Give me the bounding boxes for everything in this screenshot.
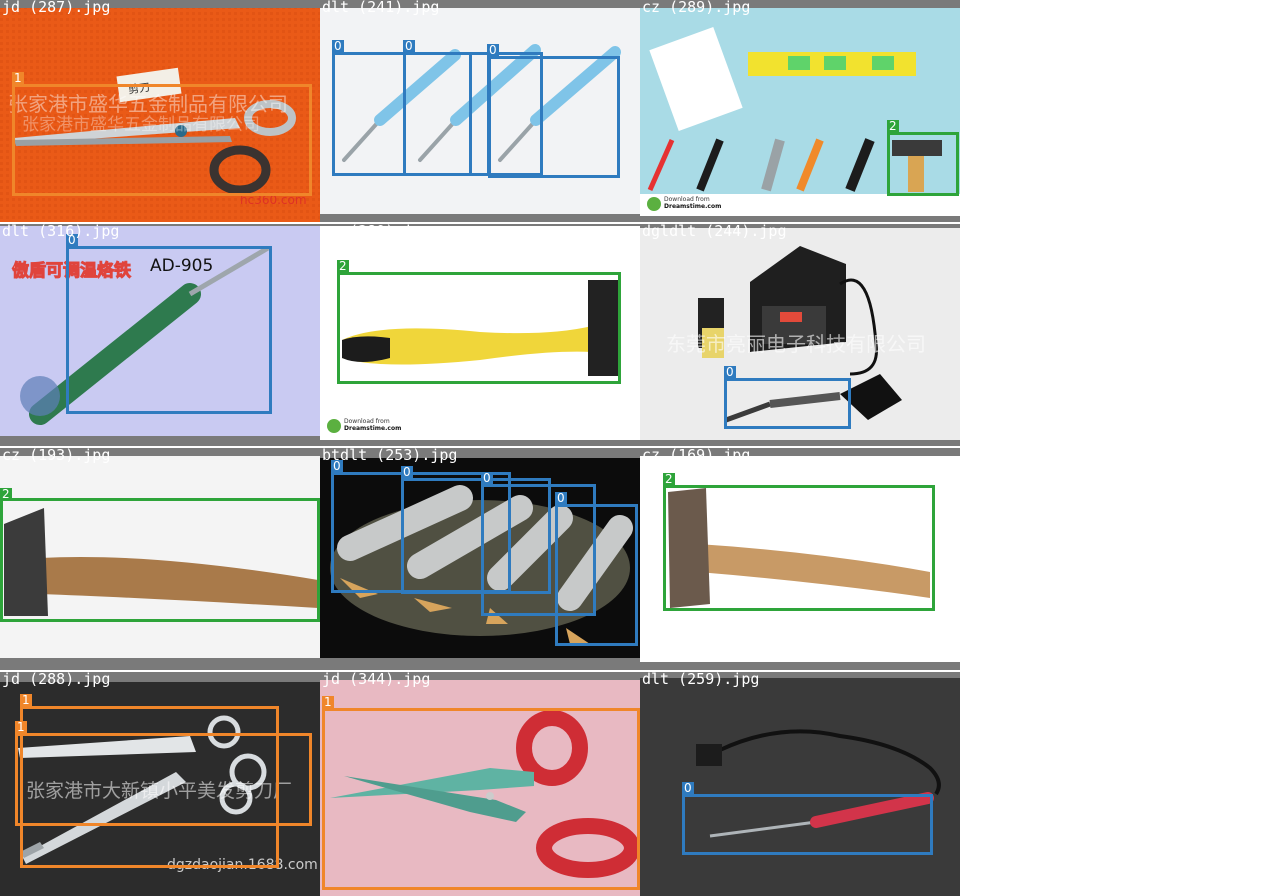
image-tile-btdlt-253[interactable]: 0 0 0 0 btdlt (253).jpg <box>320 448 640 670</box>
bounding-box[interactable] <box>488 56 620 178</box>
image-tile-cz-289[interactable]: Download from Dreamstime.com 2 cz (289).… <box>640 0 960 222</box>
bounding-box[interactable] <box>322 708 640 890</box>
bounding-box[interactable] <box>66 246 272 414</box>
filename-label: dgldlt (244).jpg <box>642 224 787 240</box>
filename-label: cz (169).jpg <box>642 448 751 464</box>
bounding-box[interactable] <box>12 84 312 196</box>
image-tile-dlt-241[interactable]: 0 0 0 0 dlt (241).jpg <box>320 0 640 222</box>
download-title: Download from <box>664 196 710 203</box>
bounding-box[interactable] <box>887 132 959 196</box>
download-site: Dreamstime.com <box>344 425 402 432</box>
box-label: 0 <box>481 471 493 485</box>
download-title: Download from <box>344 418 390 425</box>
box-label: 0 <box>487 43 499 57</box>
box-label: 0 <box>724 365 736 379</box>
image-tile-dlt-316[interactable]: 傲盾可调温烙铁 AD-905 0 dlt (316).jpg <box>0 224 320 446</box>
filename-label: jd (288).jpg <box>2 672 111 688</box>
box-label: 2 <box>887 119 899 133</box>
box-label: 0 <box>555 491 567 505</box>
bounding-box[interactable] <box>15 733 312 826</box>
filename-label: jd (287).jpg <box>2 0 111 16</box>
bounding-box[interactable] <box>337 272 621 384</box>
bounding-box[interactable] <box>724 378 851 429</box>
filename-label: dlt (259).jpg <box>642 672 760 688</box>
filename-label: btdlt (253).jpg <box>322 448 458 464</box>
image-tile-cz-280[interactable]: Download from Dreamstime.com 2 cz (280).… <box>320 224 640 446</box>
box-label: 1 <box>12 71 24 85</box>
filename-label: dlt (241).jpg <box>322 0 440 16</box>
box-label: 2 <box>337 259 349 273</box>
watermark-text: 东莞市亮丽电子科技有限公司 <box>666 332 926 356</box>
bounding-box[interactable] <box>682 794 933 855</box>
filename-label: cz (193).jpg <box>2 448 111 464</box>
box-label: 0 <box>682 781 694 795</box>
image-tile-dgldlt-244[interactable]: 东莞市亮丽电子科技有限公司 0 dgldlt (244).jpg <box>640 224 960 446</box>
download-site: Dreamstime.com <box>664 203 722 210</box>
box-label: 2 <box>663 472 675 486</box>
box-label: 0 <box>332 39 344 53</box>
image-tile-cz-193[interactable]: 2 cz (193).jpg <box>0 448 320 670</box>
image-tile-dlt-259[interactable]: 0 dlt (259).jpg <box>640 672 960 896</box>
image-tile-cz-169[interactable]: 2 cz (169).jpg <box>640 448 960 670</box>
filename-label: cz (280).jpg <box>322 224 431 240</box>
image-tile-jd-344[interactable]: 1 jd (344).jpg <box>320 672 640 896</box>
image-tile-jd-287[interactable]: 张家港市盛华五金制品有限公司 张家港市盛华五金制品有限公司 剪刀 hc360.c… <box>0 0 320 222</box>
filename-label: cz (289).jpg <box>642 0 751 16</box>
box-label: 1 <box>20 693 32 707</box>
bounding-box[interactable] <box>663 485 935 611</box>
bounding-box[interactable] <box>555 504 638 646</box>
box-label: 0 <box>401 465 413 479</box>
box-label: 1 <box>322 695 334 709</box>
filename-label: jd (344).jpg <box>322 672 431 688</box>
box-label: 2 <box>0 487 12 501</box>
bounding-box[interactable] <box>0 498 320 622</box>
filename-label: dlt (316).jpg <box>2 224 120 240</box>
box-label: 0 <box>403 39 415 53</box>
image-tile-jd-288[interactable]: 张家港市大新镇小平美发剪刀厂 dgzdaojian.1688.com 1 1 j… <box>0 672 320 896</box>
box-label: 1 <box>15 720 27 734</box>
